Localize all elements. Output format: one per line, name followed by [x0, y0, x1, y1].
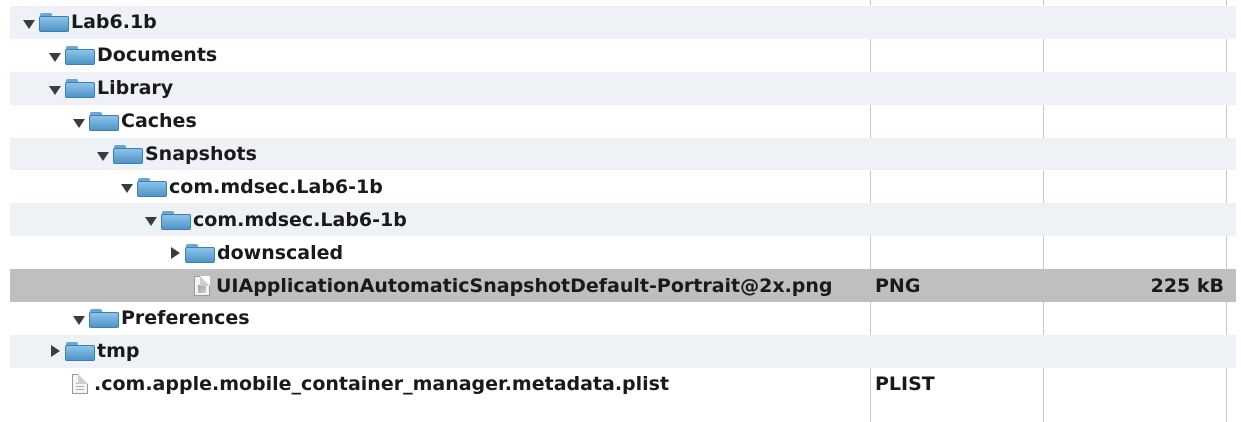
outline-row-downscaled[interactable]: downscaled	[10, 236, 1236, 269]
folder-icon	[137, 177, 167, 197]
outline-rows: Lab6.1b Documents Library Caches Snapsho…	[0, 6, 1241, 401]
item-name: Snapshots	[145, 143, 257, 165]
outline-row-metadata-plist[interactable]: .com.apple.mobile_container_manager.meta…	[10, 368, 1236, 401]
disclosure-expanded-icon[interactable]	[144, 213, 158, 227]
name-cell: tmp	[10, 335, 139, 368]
document-file-icon	[72, 374, 88, 395]
outline-row-snapshot-png[interactable]: UIApplicationAutomaticSnapshotDefault-Po…	[10, 269, 1236, 303]
disclosure-expanded-icon[interactable]	[22, 16, 36, 29]
folder-icon	[39, 12, 69, 33]
disclosure-expanded-icon[interactable]	[96, 148, 110, 161]
item-name: Library	[97, 77, 174, 100]
name-cell: com.mdsec.Lab6-1b	[10, 203, 407, 236]
folder-icon	[65, 341, 95, 362]
name-cell: Preferences	[10, 302, 250, 335]
item-name: .com.apple.mobile_container_manager.meta…	[94, 373, 670, 396]
disclosure-expanded-icon[interactable]	[120, 180, 134, 194]
item-name: Lab6.1b	[71, 11, 157, 34]
outline-row-snapshots[interactable]: Snapshots	[10, 137, 1236, 171]
name-cell: downscaled	[10, 236, 343, 269]
name-cell: Documents	[10, 39, 217, 72]
folder-icon	[65, 45, 95, 66]
disclosure-expanded-icon[interactable]	[48, 82, 62, 95]
item-name: com.mdsec.Lab6-1b	[193, 208, 407, 231]
name-cell: Library	[10, 72, 173, 105]
item-name: UIApplicationAutomaticSnapshotDefault-Po…	[216, 274, 833, 297]
outline-row-tmp[interactable]: tmp	[10, 334, 1236, 368]
outline-row-preferences[interactable]: Preferences	[10, 302, 1236, 335]
outline-row-lab6-1b[interactable]: Lab6.1b	[10, 6, 1236, 39]
item-name: Caches	[121, 110, 197, 133]
folder-icon	[89, 111, 119, 132]
name-cell: .com.apple.mobile_container_manager.meta…	[10, 368, 669, 401]
outline-row-bundle-subfolder[interactable]: com.mdsec.Lab6-1b	[10, 203, 1236, 237]
item-name: com.mdsec.Lab6-1b	[169, 175, 383, 198]
item-name: Preferences	[121, 307, 250, 330]
name-cell: Snapshots	[10, 138, 257, 171]
outline-row-caches[interactable]: Caches	[10, 105, 1236, 138]
name-cell: Caches	[10, 105, 197, 138]
folder-icon	[185, 243, 215, 263]
outline-row-bundle-folder[interactable]: com.mdsec.Lab6-1b	[10, 170, 1236, 203]
name-cell: Lab6.1b	[10, 6, 157, 39]
item-name: downscaled	[217, 241, 344, 264]
disclosure-expanded-icon[interactable]	[72, 312, 86, 325]
disclosure-expanded-icon[interactable]	[72, 115, 86, 128]
folder-icon	[161, 210, 191, 230]
image-file-icon	[194, 275, 210, 296]
kind-cell: PLIST	[875, 373, 935, 396]
folder-icon	[113, 144, 143, 164]
name-cell: UIApplicationAutomaticSnapshotDefault-Po…	[10, 269, 833, 302]
kind-cell: PNG	[875, 274, 921, 297]
disclosure-collapsed-icon[interactable]	[168, 246, 182, 259]
disclosure-expanded-icon[interactable]	[48, 49, 62, 62]
item-name: tmp	[97, 340, 140, 363]
file-outline-view: Lab6.1b Documents Library Caches Snapsho…	[0, 0, 1241, 422]
item-name: Documents	[97, 44, 218, 67]
folder-icon	[65, 78, 95, 99]
outline-row-documents[interactable]: Documents	[10, 39, 1236, 72]
name-cell: com.mdsec.Lab6-1b	[10, 170, 383, 203]
disclosure-collapsed-icon[interactable]	[48, 345, 62, 358]
outline-row-library[interactable]: Library	[10, 71, 1236, 105]
folder-icon	[89, 308, 119, 329]
size-cell: 225 kB	[1150, 274, 1224, 297]
